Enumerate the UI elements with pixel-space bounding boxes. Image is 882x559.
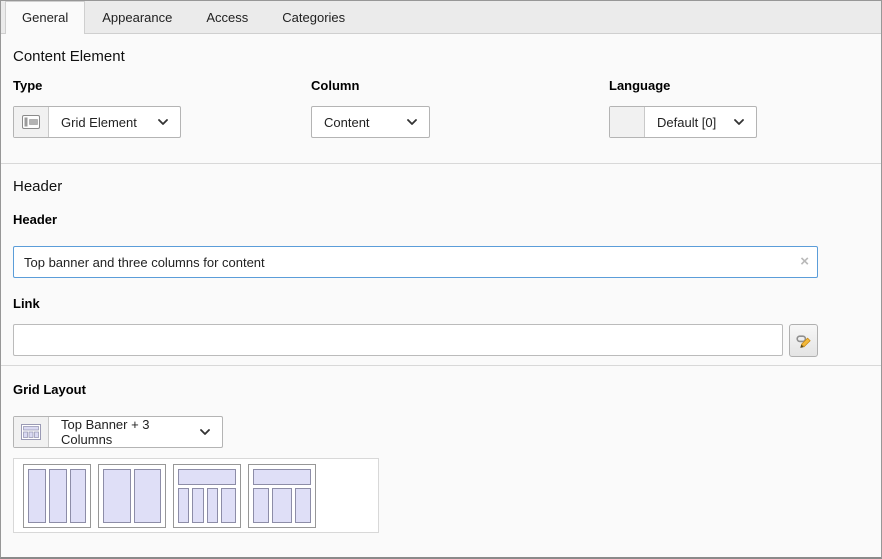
grid-thumbnail-top-banner-three-columns[interactable] — [248, 464, 316, 528]
grid-thumbnails — [13, 458, 379, 533]
section-content-element: Content Element Type Grid — [1, 34, 881, 164]
layout-cell — [192, 488, 203, 523]
tabbar: General Appearance Access Categories — [1, 1, 881, 34]
chevron-down-icon — [200, 429, 210, 435]
grid-layout-label: Grid Layout — [13, 382, 869, 398]
type-label: Type — [13, 78, 311, 94]
language-flag-icon — [610, 107, 645, 137]
tab-categories[interactable]: Categories — [265, 1, 362, 33]
field-language: Language Default [0] — [609, 66, 869, 142]
content-element-form: General Appearance Access Categories Con… — [0, 0, 882, 559]
layout-cell — [178, 488, 189, 523]
clear-icon[interactable]: × — [800, 254, 809, 270]
layout-cell — [134, 469, 162, 523]
layout-cell — [221, 488, 236, 523]
section-title-content-element: Content Element — [13, 48, 869, 66]
section-title-header: Header — [13, 178, 869, 196]
link-browser-button[interactable] — [789, 324, 818, 357]
language-value: Default [0] — [657, 115, 716, 130]
field-type: Type Grid Element — [13, 66, 311, 142]
field-column: Column Content — [311, 66, 609, 142]
chevron-down-icon — [407, 119, 417, 125]
layout-cell — [49, 469, 67, 523]
link-field-label: Link — [13, 296, 869, 312]
tab-appearance[interactable]: Appearance — [85, 1, 189, 33]
language-label: Language — [609, 78, 869, 94]
header-field-label: Header — [13, 212, 869, 228]
type-select[interactable]: Grid Element — [13, 106, 181, 138]
layout-cell — [253, 488, 269, 523]
layout-cell — [178, 469, 236, 485]
chevron-down-icon — [158, 119, 168, 125]
header-input[interactable] — [13, 246, 818, 278]
section-grid-layout: Grid Layout Top Banner + 3 Columns — [1, 366, 881, 557]
section-header: Header Header × Link — [1, 164, 881, 366]
layout-cell — [207, 488, 218, 523]
chevron-down-icon — [734, 119, 744, 125]
layout-cell — [253, 469, 311, 485]
tab-access[interactable]: Access — [189, 1, 265, 33]
layout-cell — [272, 488, 292, 523]
tab-general[interactable]: General — [5, 1, 85, 34]
grid-thumbnail-top-banner-four-columns[interactable] — [173, 464, 241, 528]
link-input[interactable] — [13, 324, 783, 356]
grid-layout-mini-icon — [14, 417, 49, 447]
grid-layout-select[interactable]: Top Banner + 3 Columns — [13, 416, 223, 448]
layout-cell — [295, 488, 311, 523]
language-select[interactable]: Default [0] — [609, 106, 757, 138]
link-wizard-icon — [796, 333, 812, 349]
column-select[interactable]: Content — [311, 106, 430, 138]
grid-thumbnail-three-columns[interactable] — [23, 464, 91, 528]
grid-layout-value: Top Banner + 3 Columns — [61, 417, 190, 447]
content-element-icon — [14, 107, 49, 137]
layout-cell — [103, 469, 131, 523]
layout-cell — [70, 469, 86, 523]
layout-cell — [28, 469, 46, 523]
column-value: Content — [324, 115, 370, 130]
type-value: Grid Element — [61, 115, 137, 130]
column-label: Column — [311, 78, 609, 94]
grid-thumbnail-two-columns[interactable] — [98, 464, 166, 528]
